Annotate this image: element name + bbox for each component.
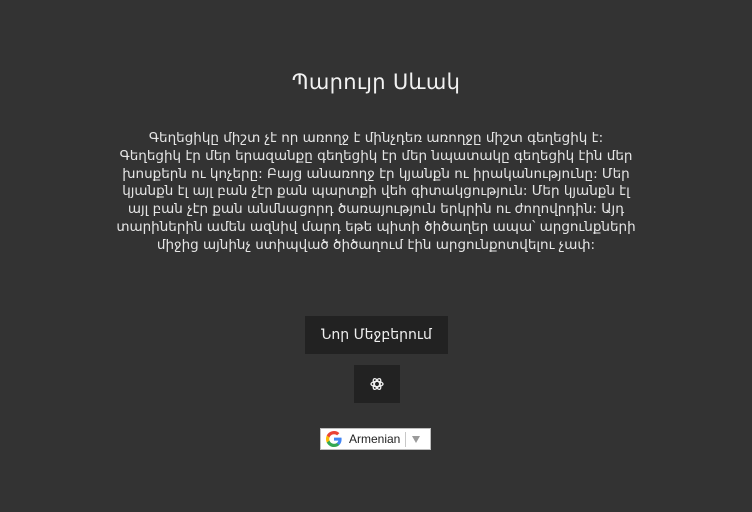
caret-down-icon xyxy=(411,434,421,444)
chatgpt-button[interactable] xyxy=(354,365,400,403)
new-quote-button[interactable]: Նոր Մեջբերում xyxy=(305,316,448,354)
language-select-divider xyxy=(405,431,407,447)
language-selected-label: Armenian xyxy=(349,432,401,446)
google-g-icon xyxy=(325,430,343,448)
chatgpt-logo-icon xyxy=(369,376,385,392)
quote-author: Պարույր Սևակ xyxy=(291,70,461,94)
page: Պարույր Սևակ Գեղեցիկը միշտ չէ որ առողջ է… xyxy=(0,0,752,512)
quote-text: Գեղեցիկը միշտ չէ որ առողջ է մինչդեռ առող… xyxy=(116,130,636,253)
language-select[interactable]: Armenian xyxy=(320,428,431,450)
